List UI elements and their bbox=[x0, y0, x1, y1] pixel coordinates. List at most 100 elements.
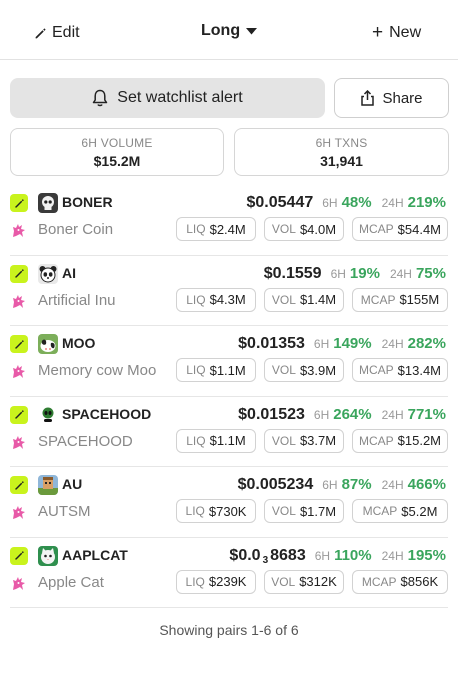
change-24h: 466% bbox=[407, 476, 446, 493]
6h-label: 6H bbox=[322, 196, 338, 210]
price-group: $0.005234 6H 87% 24H 466% bbox=[238, 476, 446, 494]
pair-price: $0.1559 bbox=[263, 264, 322, 282]
mcap-value: $155M bbox=[399, 292, 440, 307]
liq-label: LIQ bbox=[185, 504, 205, 518]
liq-value: $2.4M bbox=[209, 221, 246, 237]
liq-label: LIQ bbox=[186, 222, 206, 236]
mcap-label: MCAP bbox=[360, 292, 396, 307]
pair-price: $0.005234 bbox=[237, 476, 314, 493]
pagination-summary: Showing pairs 1-6 of 6 bbox=[159, 622, 299, 638]
caret-down-icon bbox=[246, 27, 258, 34]
pair-name: Apple Cat bbox=[38, 573, 104, 591]
liq-chip: LIQ $730K bbox=[176, 499, 256, 523]
set-watchlist-alert-button[interactable]: Set watchlist alert bbox=[10, 78, 325, 118]
price-group: $0.05447 6H 48% 24H 219% bbox=[247, 194, 447, 212]
unicorn-icon bbox=[10, 503, 28, 521]
24h-label: 24H bbox=[381, 407, 404, 422]
panda-avatar bbox=[38, 263, 58, 284]
pair-row[interactable]: BONER Boner Coin $0.05447 6H 48% 24H 219… bbox=[0, 185, 458, 256]
change-24h: 282% bbox=[407, 335, 446, 352]
alert-label: Set watchlist alert bbox=[117, 89, 243, 106]
sort-dropdown[interactable]: Long bbox=[201, 22, 258, 40]
mcap-label: MCAP bbox=[358, 433, 394, 448]
pair-row[interactable]: SPACEHOOD SPACEHOOD $0.01523 6H 264% 24H… bbox=[0, 397, 458, 467]
pencil-icon bbox=[35, 27, 46, 38]
unicorn-icon bbox=[10, 433, 28, 451]
24h-label: 24H bbox=[381, 337, 404, 351]
pair-name: AUTSM bbox=[38, 503, 91, 520]
new-button[interactable]: + New bbox=[372, 22, 422, 43]
vol-label: VOL bbox=[271, 222, 296, 236]
metrics-chips: LIQ $239K VOL $312K MCAP $856K bbox=[168, 569, 448, 594]
volume-label: 6H VOLUME bbox=[81, 136, 153, 150]
liq-label: LIQ bbox=[186, 292, 206, 307]
price-group: $0.01353 6H 149% 24H 282% bbox=[238, 335, 446, 353]
new-label: New bbox=[389, 24, 422, 41]
liq-label: LIQ bbox=[186, 433, 206, 448]
unicorn-icon bbox=[10, 362, 28, 380]
pair-row[interactable]: AAPLCAT Apple Cat $0.0 3 8683 6H 110% 24H … bbox=[0, 538, 458, 608]
pencil-badge-icon bbox=[10, 335, 28, 353]
price-group: $0.1559 6H 19% 24H 75% bbox=[264, 265, 446, 283]
metrics-chips: LIQ $4.3M VOL $1.4M MCAP $155M bbox=[168, 287, 448, 312]
edit-button[interactable]: Edit bbox=[34, 24, 80, 42]
pixel-avatar bbox=[38, 475, 58, 495]
change-6h: 149% bbox=[333, 335, 372, 352]
pair-row[interactable]: MOO Memory cow Moo $0.01353 6H 149% 24H … bbox=[0, 326, 458, 397]
6h-label: 6H bbox=[314, 548, 331, 563]
price-group: $0.0 3 8683 6H 110% 24H 195% bbox=[229, 547, 446, 566]
cow-avatar bbox=[38, 334, 58, 354]
vol-chip: VOL $1.4M bbox=[264, 287, 344, 312]
6h-label: 6H bbox=[313, 407, 330, 422]
pair-price: $0.01353 bbox=[238, 335, 305, 352]
mcap-label: MCAP bbox=[358, 222, 394, 236]
sort-label: Long bbox=[201, 22, 241, 39]
row-divider bbox=[10, 607, 448, 608]
mcap-value: $856K bbox=[400, 574, 439, 589]
mcap-chip: MCAP $5.2M bbox=[352, 499, 448, 523]
change-6h: 87% bbox=[341, 476, 372, 493]
pencil-badge-icon bbox=[10, 264, 28, 283]
pair-row[interactable]: AU AUTSM $0.005234 6H 87% 24H 466% LIQ $7… bbox=[0, 467, 458, 538]
pair-price: $0.05447 bbox=[246, 194, 314, 211]
vol-value: $4.0M bbox=[299, 221, 337, 237]
plus-icon: + bbox=[372, 22, 384, 43]
change-6h: 48% bbox=[341, 194, 372, 211]
pair-symbol: BONER bbox=[62, 194, 113, 210]
liq-value: $239K bbox=[208, 574, 247, 589]
vol-value: $3.7M bbox=[299, 433, 337, 448]
edit-label: Edit bbox=[52, 24, 80, 41]
change-24h: 219% bbox=[407, 194, 446, 211]
txns-value: 31,941 bbox=[320, 153, 363, 169]
pair-name: Artificial Inu bbox=[38, 291, 116, 309]
mcap-chip: MCAP $54.4M bbox=[352, 217, 448, 241]
metrics-chips: LIQ $2.4M VOL $4.0M MCAP $54.4M bbox=[168, 217, 448, 241]
metrics-chips: LIQ $1.1M VOL $3.7M MCAP $15.2M bbox=[168, 428, 448, 453]
24h-label: 24H bbox=[381, 478, 404, 492]
share-button[interactable]: Share bbox=[334, 78, 449, 118]
mcap-label: MCAP bbox=[361, 574, 397, 589]
vol-chip: VOL $3.7M bbox=[264, 428, 344, 453]
vol-value: $3.9M bbox=[299, 362, 337, 378]
change-6h: 19% bbox=[349, 264, 380, 282]
liq-chip: LIQ $239K bbox=[176, 569, 256, 594]
pair-symbol: MOO bbox=[62, 335, 96, 351]
pair-symbol: AAPLCAT bbox=[62, 546, 128, 563]
pencil-badge-icon bbox=[10, 476, 28, 494]
change-6h: 110% bbox=[334, 546, 372, 564]
change-24h: 195% bbox=[407, 546, 446, 564]
mcap-label: MCAP bbox=[358, 363, 394, 377]
6h-label: 6H bbox=[322, 478, 338, 492]
vol-label: VOL bbox=[271, 433, 296, 448]
pair-price: $0.0 3 8683 bbox=[229, 547, 305, 566]
txns-stat-card: 6H TXNS 31,941 bbox=[234, 128, 449, 176]
24h-label: 24H bbox=[389, 266, 412, 281]
price-main: $0.0 bbox=[229, 546, 261, 564]
vol-label: VOL bbox=[271, 292, 296, 307]
24h-label: 24H bbox=[381, 196, 404, 210]
unicorn-icon bbox=[10, 292, 28, 310]
price-group: $0.01523 6H 264% 24H 771% bbox=[238, 406, 446, 424]
pair-row[interactable]: AI Artificial Inu $0.1559 6H 19% 24H 75%… bbox=[0, 256, 458, 326]
change-6h: 264% bbox=[333, 405, 372, 423]
mcap-chip: MCAP $155M bbox=[352, 287, 448, 312]
